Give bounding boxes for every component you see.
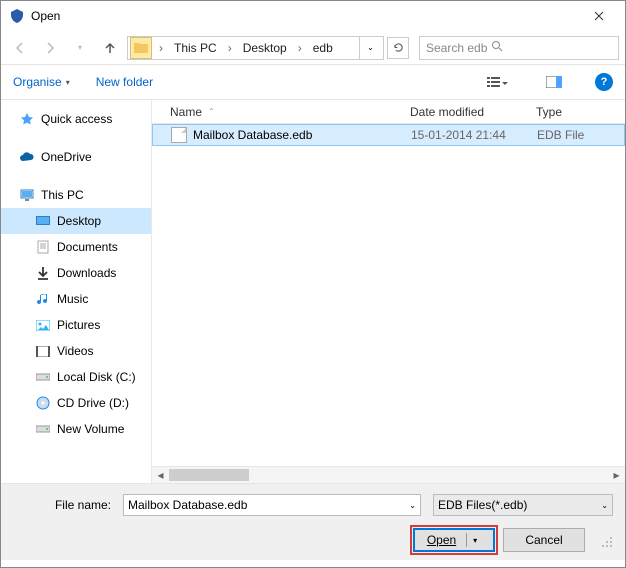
- sidebar-item-downloads[interactable]: Downloads: [1, 260, 151, 286]
- column-date[interactable]: Date modified: [400, 105, 526, 119]
- scroll-left[interactable]: ◂: [152, 467, 169, 483]
- horizontal-scrollbar[interactable]: ◂ ▸: [152, 466, 625, 483]
- window-title: Open: [31, 9, 576, 23]
- file-icon: [171, 127, 187, 143]
- help-button[interactable]: ?: [595, 73, 613, 91]
- search-placeholder: Search edb: [426, 41, 487, 55]
- column-type[interactable]: Type: [526, 105, 625, 119]
- view-options-button[interactable]: [483, 71, 513, 93]
- sidebar-item-local-disk[interactable]: Local Disk (C:): [1, 364, 151, 390]
- app-icon: [9, 8, 25, 24]
- address-bar[interactable]: › This PC › Desktop › edb ⌄: [127, 36, 384, 60]
- preview-pane-button[interactable]: [539, 71, 569, 93]
- filename-input[interactable]: Mailbox Database.edb ⌄: [123, 494, 421, 516]
- chevron-down-icon[interactable]: ⌄: [601, 501, 608, 510]
- chevron-right-icon[interactable]: ›: [295, 41, 305, 55]
- address-dropdown[interactable]: ⌄: [359, 37, 381, 59]
- sidebar-item-onedrive[interactable]: OneDrive: [1, 144, 151, 170]
- column-name[interactable]: Name⌃: [152, 105, 400, 119]
- cancel-button[interactable]: Cancel: [503, 528, 585, 552]
- sidebar-item-pictures[interactable]: Pictures: [1, 312, 151, 338]
- recent-button[interactable]: ▾: [67, 35, 93, 61]
- command-bar: Organise▾ New folder ?: [1, 65, 625, 99]
- footer: File name: Mailbox Database.edb ⌄ EDB Fi…: [1, 483, 625, 560]
- sidebar-item-videos[interactable]: Videos: [1, 338, 151, 364]
- file-type: EDB File: [527, 128, 624, 142]
- crumb-this-pc[interactable]: This PC: [170, 37, 221, 59]
- file-list[interactable]: Mailbox Database.edb 15-01-2014 21:44 ED…: [152, 124, 625, 466]
- forward-button[interactable]: [37, 35, 63, 61]
- navigation-bar: ▾ › This PC › Desktop › edb ⌄ Search edb: [1, 31, 625, 65]
- chevron-right-icon[interactable]: ›: [156, 41, 166, 55]
- close-button[interactable]: [576, 2, 621, 30]
- new-folder-button[interactable]: New folder: [96, 75, 153, 89]
- navigation-tree[interactable]: Quick access OneDrive This PC Desktop Do…: [1, 100, 151, 483]
- open-button[interactable]: Open ▾: [413, 528, 495, 552]
- crumb-edb[interactable]: edb: [309, 37, 337, 59]
- back-button[interactable]: [7, 35, 33, 61]
- sidebar-item-music[interactable]: Music: [1, 286, 151, 312]
- organise-menu[interactable]: Organise▾: [13, 75, 70, 89]
- chevron-right-icon[interactable]: ›: [225, 41, 235, 55]
- filename-label: File name:: [13, 498, 117, 512]
- file-row[interactable]: Mailbox Database.edb 15-01-2014 21:44 ED…: [152, 124, 625, 146]
- file-date: 15-01-2014 21:44: [401, 128, 527, 142]
- search-icon: [487, 40, 503, 55]
- column-headers[interactable]: Name⌃ Date modified Type: [152, 100, 625, 124]
- search-input[interactable]: Search edb: [419, 36, 619, 60]
- refresh-button[interactable]: [387, 37, 409, 59]
- sidebar-item-this-pc[interactable]: This PC: [1, 182, 151, 208]
- file-name: Mailbox Database.edb: [193, 128, 312, 142]
- chevron-down-icon[interactable]: ▾: [469, 536, 481, 545]
- scroll-thumb[interactable]: [169, 469, 249, 481]
- sidebar-item-desktop[interactable]: Desktop: [1, 208, 151, 234]
- filetype-select[interactable]: EDB Files(*.edb) ⌄: [433, 494, 613, 516]
- chevron-down-icon[interactable]: ⌄: [409, 501, 416, 510]
- folder-icon: [130, 37, 152, 59]
- file-list-area: Name⌃ Date modified Type Mailbox Databas…: [151, 100, 625, 483]
- sidebar-item-quick-access[interactable]: Quick access: [1, 106, 151, 132]
- resize-grip[interactable]: [597, 532, 613, 548]
- scroll-right[interactable]: ▸: [608, 467, 625, 483]
- up-button[interactable]: [97, 35, 123, 61]
- sidebar-item-documents[interactable]: Documents: [1, 234, 151, 260]
- title-bar: Open: [1, 1, 625, 31]
- crumb-desktop[interactable]: Desktop: [239, 37, 291, 59]
- main-area: Quick access OneDrive This PC Desktop Do…: [1, 99, 625, 483]
- sidebar-item-new-volume[interactable]: New Volume: [1, 416, 151, 442]
- sidebar-item-cd-drive[interactable]: CD Drive (D:): [1, 390, 151, 416]
